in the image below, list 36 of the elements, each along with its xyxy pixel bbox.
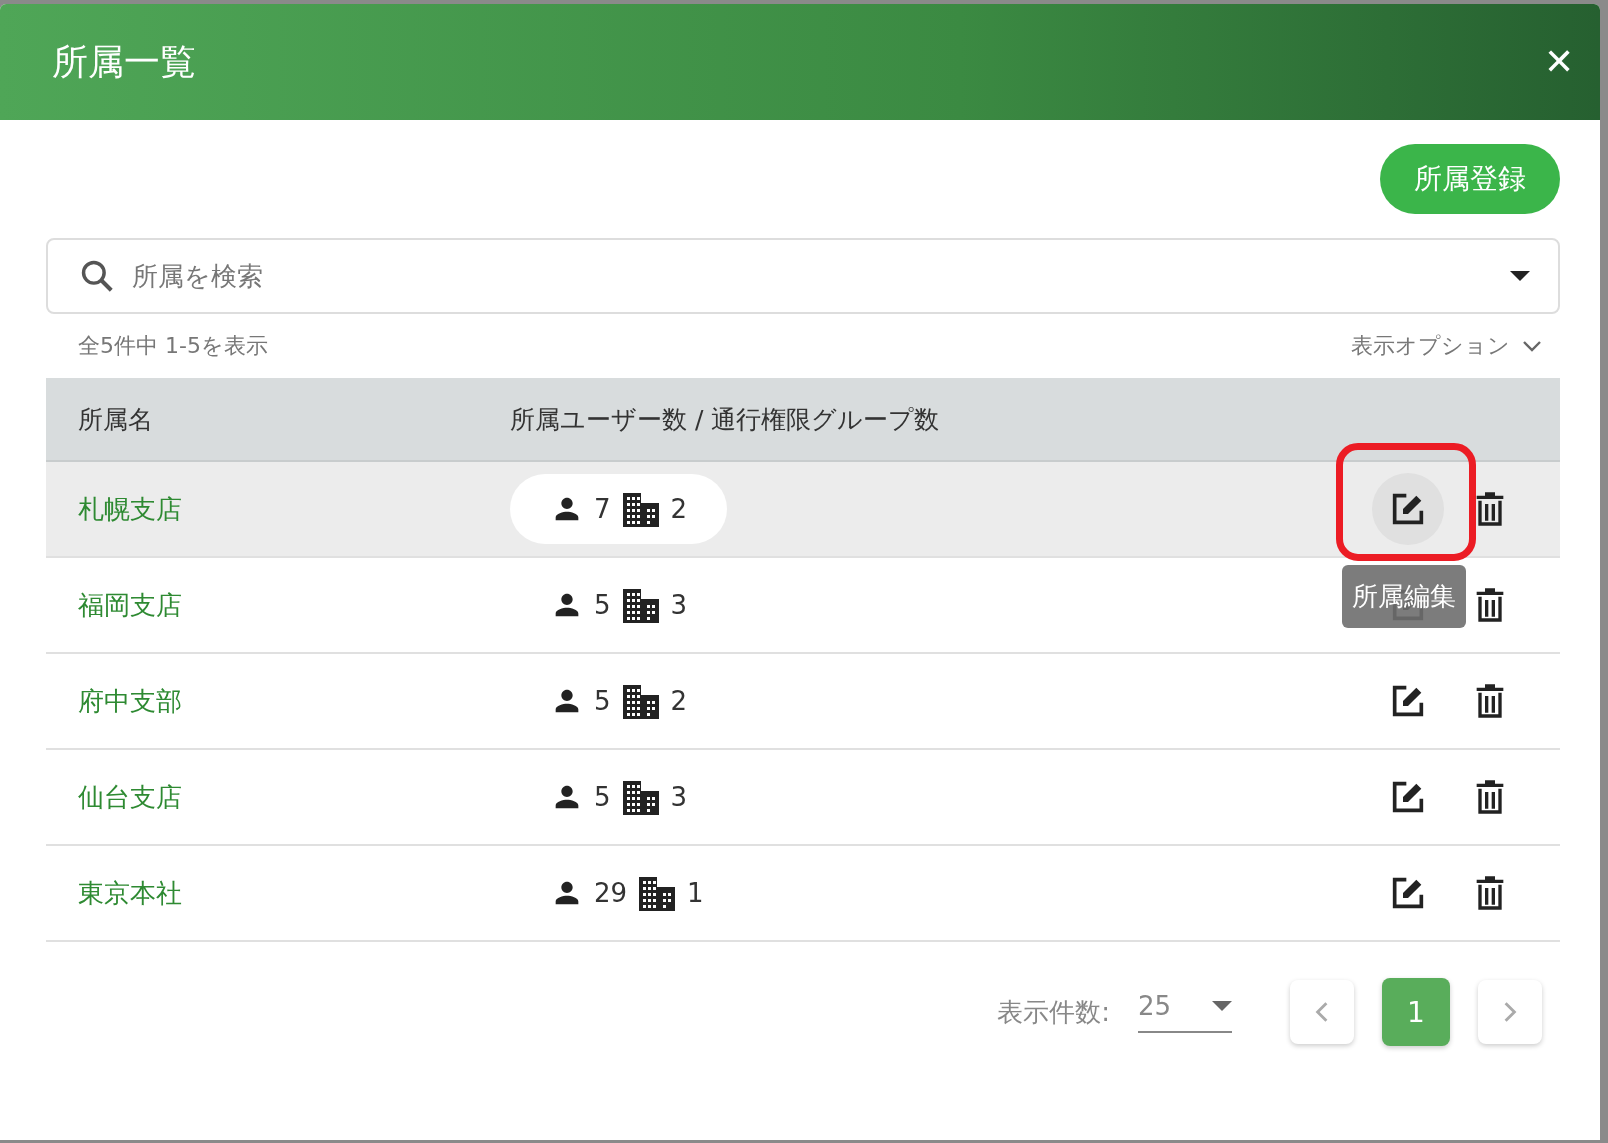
caret-icon (1212, 1001, 1232, 1011)
per-page-select[interactable]: 25 (1138, 991, 1232, 1033)
chevron-left-icon (1315, 1001, 1329, 1023)
result-count: 全5件中 1-5を表示 (78, 332, 268, 360)
user-count: 5 (594, 782, 611, 812)
group-count: 2 (670, 686, 688, 716)
department-link[interactable]: 福岡支店 (78, 587, 510, 623)
chevron-down-icon (1522, 340, 1542, 352)
close-button[interactable]: ✕ (1540, 41, 1578, 83)
column-header: 所属名 (78, 403, 154, 436)
table-row[interactable]: 東京本社 29 1 (46, 846, 1560, 942)
user-count: 5 (594, 686, 611, 716)
group-count: 1 (687, 878, 704, 908)
user-count: 29 (594, 878, 628, 908)
dropdown-caret-icon[interactable] (1510, 271, 1530, 281)
user-count: 5 (594, 590, 611, 620)
chevron-right-icon (1503, 1001, 1517, 1023)
page-button[interactable]: 1 (1382, 978, 1450, 1046)
user-count: 7 (594, 494, 611, 524)
display-options-button[interactable]: 表示オプション (1345, 330, 1548, 362)
department-link[interactable]: 府中支部 (78, 683, 510, 719)
add-button[interactable]: 所属登録 (1380, 144, 1560, 214)
department-link[interactable]: 仙台支店 (78, 779, 510, 815)
tooltip: 所属編集 (1342, 565, 1466, 628)
dialog-title: 所属一覧 (52, 39, 196, 84)
table-row[interactable]: 府中支部 5 2 (46, 654, 1560, 750)
group-count: 3 (670, 590, 688, 620)
group-count: 2 (670, 494, 688, 524)
column-header: 所属ユーザー数 / 通行権限グループ数 (510, 403, 941, 436)
table-row[interactable]: 札幌支店 7 2 (46, 462, 1560, 558)
table-row[interactable]: 仙台支店 5 3 (46, 750, 1560, 846)
department-link[interactable]: 札幌支店 (78, 491, 510, 527)
per-page-label: 表示件数: (997, 995, 1110, 1029)
group-count: 3 (670, 782, 688, 812)
search-field[interactable]: 所属を検索 (46, 238, 1560, 314)
department-link[interactable]: 東京本社 (78, 875, 510, 911)
